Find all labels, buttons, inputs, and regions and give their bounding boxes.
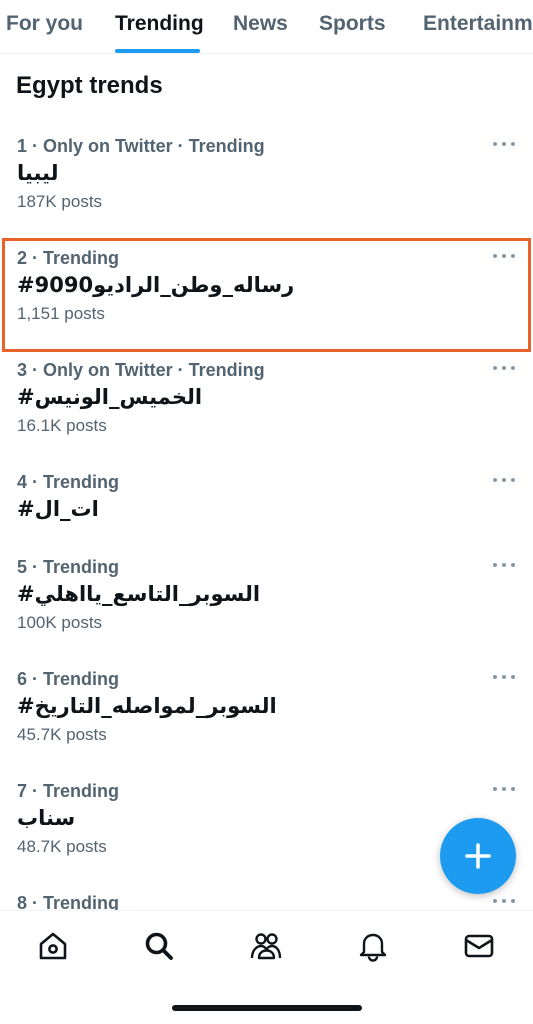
trend-name: #السوبر_التاسع_يااهلي: [17, 582, 261, 606]
trend-item[interactable]: 1 · Only on Twitter · Trending ليبيا 187…: [0, 136, 533, 248]
trend-item[interactable]: 5 · Trending #السوبر_التاسع_يااهلي 100K …: [0, 557, 533, 669]
home-indicator-bar: [172, 1005, 362, 1011]
trend-item[interactable]: 6 · Trending #السوبر_لمواصله_التاريخ 45.…: [0, 669, 533, 781]
trend-meta: 5 · Trending: [17, 557, 120, 577]
trend-post-count: 45.7K posts: [17, 725, 107, 744]
trend-meta: 1 · Only on Twitter · Trending: [17, 136, 265, 156]
tab-entertainment[interactable]: Entertainme: [423, 12, 533, 36]
tab-sports[interactable]: Sports: [319, 12, 386, 36]
more-options-icon[interactable]: [493, 897, 515, 905]
home-icon[interactable]: [36, 929, 70, 963]
trend-meta: 3 · Only on Twitter · Trending: [17, 360, 265, 380]
trend-post-count: 48.7K posts: [17, 837, 107, 856]
active-tab-indicator: [115, 49, 200, 53]
communities-icon[interactable]: [249, 929, 283, 963]
messages-icon[interactable]: [462, 929, 496, 963]
more-options-icon[interactable]: [493, 476, 515, 484]
trend-post-count: 100K posts: [17, 613, 103, 632]
trend-name: #الخميس_الونيس: [17, 385, 203, 409]
trend-name: ليبيا: [17, 161, 59, 185]
trend-item[interactable]: 3 · Only on Twitter · Trending #الخميس_ا…: [0, 360, 533, 472]
highlight-box: [2, 238, 531, 352]
more-options-icon[interactable]: [493, 673, 515, 681]
trend-meta: 6 · Trending: [17, 669, 120, 689]
search-icon[interactable]: [142, 929, 176, 963]
tab-news[interactable]: News: [233, 12, 288, 36]
more-options-icon[interactable]: [493, 140, 515, 148]
trend-meta: 7 · Trending: [17, 781, 120, 801]
tab-trending[interactable]: Trending: [115, 12, 204, 36]
notifications-icon[interactable]: [356, 929, 390, 963]
trend-name: #السوبر_لمواصله_التاريخ: [17, 694, 277, 718]
trend-post-count: 187K posts: [17, 192, 103, 211]
trend-post-count: 16.1K posts: [17, 416, 107, 435]
plus-icon: [465, 843, 491, 869]
more-options-icon[interactable]: [493, 785, 515, 793]
tab-for-you[interactable]: For you: [6, 12, 83, 36]
top-tabs: For you Trending News Sports Entertainme: [0, 0, 533, 54]
compose-button[interactable]: [440, 818, 516, 894]
more-options-icon[interactable]: [493, 364, 515, 372]
trend-name: #ات_ال: [17, 497, 99, 521]
section-title: Egypt trends: [16, 72, 163, 99]
trend-name: سناب: [17, 806, 76, 830]
trend-meta: 4 · Trending: [17, 472, 120, 492]
more-options-icon[interactable]: [493, 561, 515, 569]
